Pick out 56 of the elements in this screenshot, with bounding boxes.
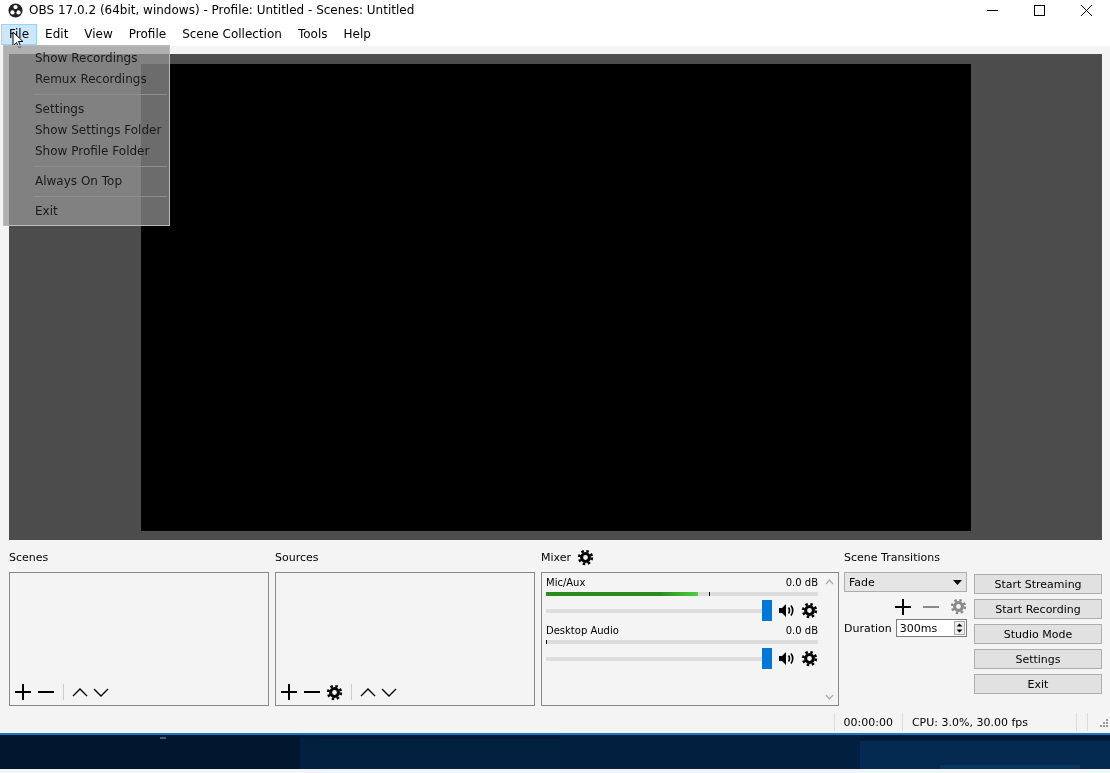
menu-item[interactable]: Scene Collection bbox=[174, 23, 290, 45]
remove-icon[interactable] bbox=[303, 690, 321, 694]
menu-item[interactable]: Profile bbox=[120, 23, 175, 45]
volume-slider[interactable] bbox=[546, 648, 772, 669]
add-icon[interactable] bbox=[894, 597, 912, 616]
add-icon[interactable] bbox=[280, 683, 298, 701]
control-button[interactable]: Settings bbox=[974, 649, 1102, 669]
recording-time: 00:00:00 bbox=[843, 715, 893, 729]
duration-spinbox[interactable]: 300ms bbox=[895, 619, 967, 637]
remove-icon[interactable] bbox=[37, 690, 55, 694]
volume-reading: 0.0 dB bbox=[785, 577, 818, 590]
control-button[interactable]: Exit bbox=[974, 674, 1102, 694]
spinner-arrows-icon[interactable] bbox=[954, 621, 965, 635]
field-label: Duration bbox=[844, 621, 892, 635]
gear-icon[interactable] bbox=[801, 650, 818, 667]
maximize-icon[interactable] bbox=[1034, 4, 1045, 16]
mixer-settings-icon[interactable] bbox=[577, 548, 594, 566]
gear-icon[interactable] bbox=[801, 602, 818, 619]
dock-title: Scenes bbox=[9, 550, 49, 564]
menu-item[interactable]: View bbox=[76, 23, 121, 45]
slider-thumb[interactable] bbox=[762, 648, 772, 669]
dock-title: Sources bbox=[275, 550, 319, 564]
volume-slider[interactable] bbox=[546, 600, 772, 621]
close-icon[interactable] bbox=[1081, 4, 1092, 16]
add-icon[interactable] bbox=[14, 683, 32, 701]
chevron-up-icon[interactable] bbox=[72, 687, 88, 697]
menu-item[interactable]: Tools bbox=[289, 23, 336, 45]
gear-icon[interactable] bbox=[326, 683, 343, 701]
transition-dropdown[interactable]: Fade bbox=[844, 572, 967, 592]
cpu-status: CPU: 3.0%, 30.00 fps bbox=[911, 715, 1028, 729]
control-button[interactable]: Start Streaming bbox=[974, 574, 1102, 594]
menu-item[interactable]: Show Settings Folder bbox=[4, 120, 169, 141]
resize-grip-icon[interactable] bbox=[1098, 717, 1108, 727]
menu-item[interactable]: Help bbox=[335, 23, 379, 45]
menu-item[interactable]: Remux Recordings bbox=[4, 69, 169, 90]
chevron-up-icon[interactable] bbox=[360, 687, 376, 697]
speaker-icon[interactable] bbox=[778, 651, 795, 666]
menu-item[interactable]: Exit bbox=[4, 201, 169, 222]
menu-item[interactable]: Show Profile Folder bbox=[4, 141, 169, 162]
chevron-down-icon[interactable] bbox=[381, 687, 397, 697]
menu-item[interactable]: Show Recordings bbox=[4, 48, 169, 69]
speaker-icon[interactable] bbox=[778, 603, 795, 618]
channel-name: Mic/Aux bbox=[546, 577, 586, 590]
chevron-down-icon[interactable] bbox=[93, 687, 109, 697]
slider-thumb[interactable] bbox=[762, 600, 772, 621]
menu-item[interactable]: Always On Top bbox=[4, 171, 169, 192]
dock-title: Mixer bbox=[541, 550, 571, 564]
window-title: OBS 17.0.2 (64bit, windows) - Profile: Untitled - Scenes: Untitled bbox=[29, 3, 416, 17]
menu-item[interactable]: Settings bbox=[4, 99, 169, 120]
dock-title: Scene Transitions bbox=[844, 550, 940, 564]
menu-item[interactable]: Edit bbox=[37, 23, 77, 45]
control-button[interactable]: Studio Mode bbox=[974, 624, 1102, 644]
caret-icon bbox=[953, 579, 962, 585]
control-button[interactable]: Start Recording bbox=[974, 599, 1102, 619]
channel-name: Desktop Audio bbox=[546, 625, 619, 638]
volume-reading: 0.0 dB bbox=[785, 625, 818, 638]
